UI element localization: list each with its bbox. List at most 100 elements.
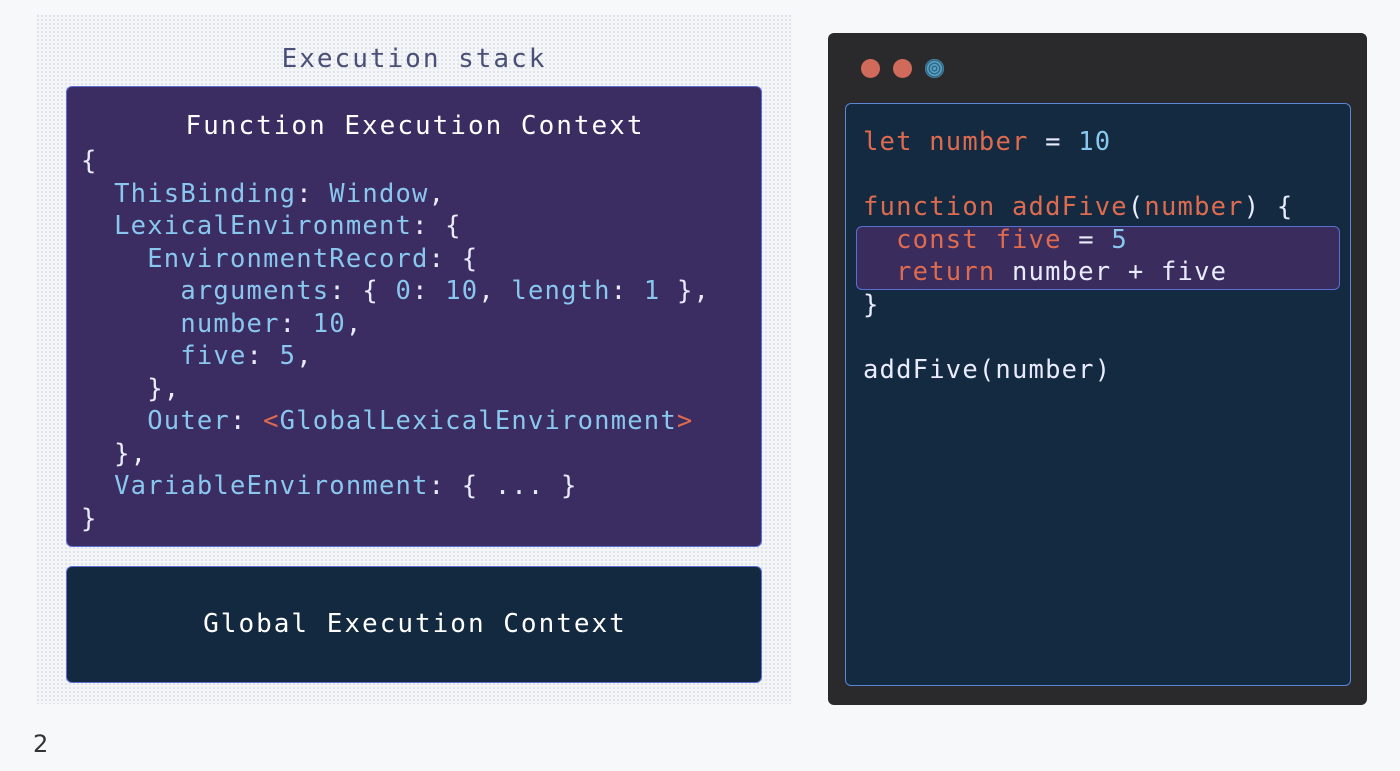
context-code-line: number: 10, [81, 308, 710, 341]
editor-code-token [863, 257, 896, 287]
context-code-token: 10 [445, 276, 479, 306]
execution-stack-title: Execution stack [281, 44, 547, 74]
editor-code-token: let [863, 127, 913, 157]
context-code-token: }, [81, 373, 181, 404]
context-code-token: } [81, 503, 98, 534]
editor-code-line: addFive(number) [863, 354, 1293, 387]
context-code-line: }, [81, 373, 710, 406]
editor-code-line: } [863, 289, 1293, 322]
context-code-token: : [229, 406, 264, 436]
context-code-token: : [279, 308, 313, 339]
context-code-line: VariableEnvironment: { ... } [81, 470, 710, 503]
editor-code-token: number [929, 127, 1029, 157]
context-code-token [81, 179, 114, 209]
context-code-token: five [180, 341, 247, 371]
editor-code-token: 5 [1111, 224, 1128, 255]
source-code: let number = 10 function addFive(number)… [863, 126, 1293, 386]
context-code-line: } [81, 503, 710, 536]
context-code-token: : [610, 276, 644, 306]
context-code-token [81, 211, 114, 241]
context-code-token: : [246, 341, 280, 371]
editor-code-token: addFive(number) [863, 354, 1112, 385]
context-code-token: 0 [395, 276, 413, 306]
context-code-token: EnvironmentRecord [147, 243, 429, 274]
editor-code-line: function addFive(number) { [863, 191, 1293, 224]
context-code-line: ThisBinding: Window, [81, 178, 710, 211]
context-code-token: : [296, 178, 330, 209]
context-code-token: : { ... } [428, 471, 578, 501]
context-code-line: five: 5, [81, 340, 710, 373]
editor-code-line [863, 159, 1293, 192]
editor-code-line [863, 321, 1293, 354]
slide-number: 2 [33, 730, 49, 758]
code-area: let number = 10 function addFive(number)… [845, 103, 1351, 686]
editor-code-line: return number + five [863, 256, 1293, 289]
editor-code-token: ( [1127, 192, 1145, 222]
context-code-token: > [676, 406, 694, 436]
minimize-dot-icon[interactable] [893, 59, 912, 78]
editor-code-token [979, 225, 996, 255]
function-execution-context-box: Function Execution Context { ThisBinding… [66, 86, 762, 547]
context-code-token [81, 341, 180, 371]
maximize-dot-icon[interactable] [925, 59, 944, 78]
context-code-token [81, 309, 180, 339]
context-code-token: , [478, 276, 512, 306]
context-code-line: arguments: { 0: 10, length: 1 }, [81, 275, 710, 308]
global-execution-context-box: Global Execution Context [66, 566, 762, 683]
context-code-token: : { [428, 243, 479, 274]
function-execution-context-title: Function Execution Context [185, 111, 645, 141]
editor-code-token [913, 127, 930, 157]
context-code-token: number [180, 308, 280, 339]
context-code-token: length [511, 276, 611, 306]
context-code-token: , [345, 308, 363, 339]
editor-code-token: five [995, 224, 1062, 255]
context-code-token [81, 244, 147, 274]
context-code-token: < [263, 406, 280, 436]
editor-code-line: let number = 10 [863, 126, 1293, 159]
code-editor-window: let number = 10 function addFive(number)… [828, 33, 1367, 705]
context-code-line: { [81, 145, 710, 178]
editor-code-token: function [863, 192, 996, 222]
context-code-token: : { [329, 276, 396, 306]
context-code-token: 1 [643, 276, 661, 306]
context-code-line: }, [81, 438, 710, 471]
editor-code-token: 10 [1078, 127, 1112, 157]
context-code-token: 5 [279, 341, 297, 371]
editor-code-token [863, 225, 896, 255]
editor-code-token: = [1028, 127, 1079, 157]
editor-code-token: ) { [1243, 192, 1294, 222]
close-dot-icon[interactable] [861, 59, 880, 78]
editor-code-token: = [1061, 224, 1112, 255]
context-code-token: Outer [147, 406, 230, 436]
context-code-token [81, 471, 114, 501]
global-execution-context-title: Global Execution Context [203, 609, 627, 639]
context-code-token: : [412, 276, 446, 306]
context-code-line: LexicalEnvironment: { [81, 210, 710, 243]
context-code-token [81, 406, 147, 436]
context-code-token: 10 [312, 308, 346, 339]
editor-code-line: const five = 5 [863, 224, 1293, 257]
context-code-line: EnvironmentRecord: { [81, 243, 710, 276]
context-code-token: }, [660, 276, 711, 306]
context-code-token [81, 276, 180, 306]
editor-code-token: number + five [995, 257, 1228, 287]
context-code-token: : { [412, 211, 462, 241]
editor-code-token [995, 192, 1012, 222]
context-code-token: }, [81, 438, 148, 469]
context-code-token: VariableEnvironment [114, 471, 429, 501]
editor-code-token: number [1144, 192, 1244, 222]
editor-code-token: addFive [1011, 192, 1128, 222]
context-code-token: arguments [180, 276, 330, 306]
context-code-token: LexicalEnvironment [114, 211, 413, 241]
editor-code-token: } [863, 289, 880, 320]
context-code-token: , [296, 341, 313, 371]
editor-code-token: const [896, 224, 979, 255]
function-execution-context-code: { ThisBinding: Window, LexicalEnvironmen… [81, 145, 710, 535]
editor-code-token: return [896, 257, 996, 287]
context-code-token: Window [329, 178, 429, 209]
context-code-token: GlobalLexicalEnvironment [279, 406, 677, 436]
context-code-token: , [428, 178, 446, 209]
context-code-token: { [81, 146, 98, 176]
context-code-line: Outer: <GlobalLexicalEnvironment> [81, 405, 710, 438]
context-code-token: ThisBinding [114, 178, 297, 209]
